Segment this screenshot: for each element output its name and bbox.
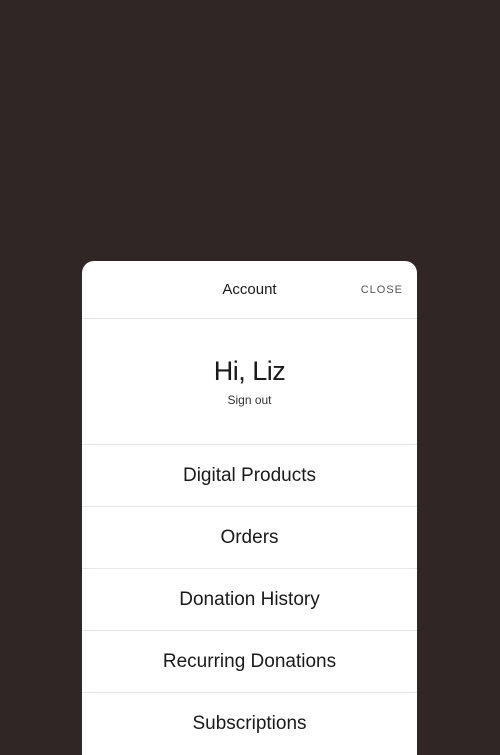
menu-item-donation-history[interactable]: Donation History bbox=[82, 569, 417, 631]
greeting-text: Hi, Liz bbox=[214, 356, 286, 387]
menu-item-label: Recurring Donations bbox=[163, 651, 336, 673]
panel-header: Account CLOSE bbox=[82, 261, 417, 319]
menu-item-digital-products[interactable]: Digital Products bbox=[82, 445, 417, 507]
panel-title: Account bbox=[222, 281, 276, 298]
menu-item-label: Digital Products bbox=[183, 465, 316, 487]
account-panel: Account CLOSE Hi, Liz Sign out Digital P… bbox=[82, 261, 417, 755]
menu-item-orders[interactable]: Orders bbox=[82, 507, 417, 569]
menu-item-subscriptions[interactable]: Subscriptions bbox=[82, 693, 417, 755]
menu-item-label: Donation History bbox=[179, 589, 319, 611]
sign-out-button[interactable]: Sign out bbox=[227, 393, 271, 407]
menu-item-label: Orders bbox=[220, 527, 278, 549]
close-button[interactable]: CLOSE bbox=[361, 284, 403, 296]
menu-item-recurring-donations[interactable]: Recurring Donations bbox=[82, 631, 417, 693]
menu-item-label: Subscriptions bbox=[192, 713, 306, 735]
greeting-block: Hi, Liz Sign out bbox=[82, 319, 417, 445]
